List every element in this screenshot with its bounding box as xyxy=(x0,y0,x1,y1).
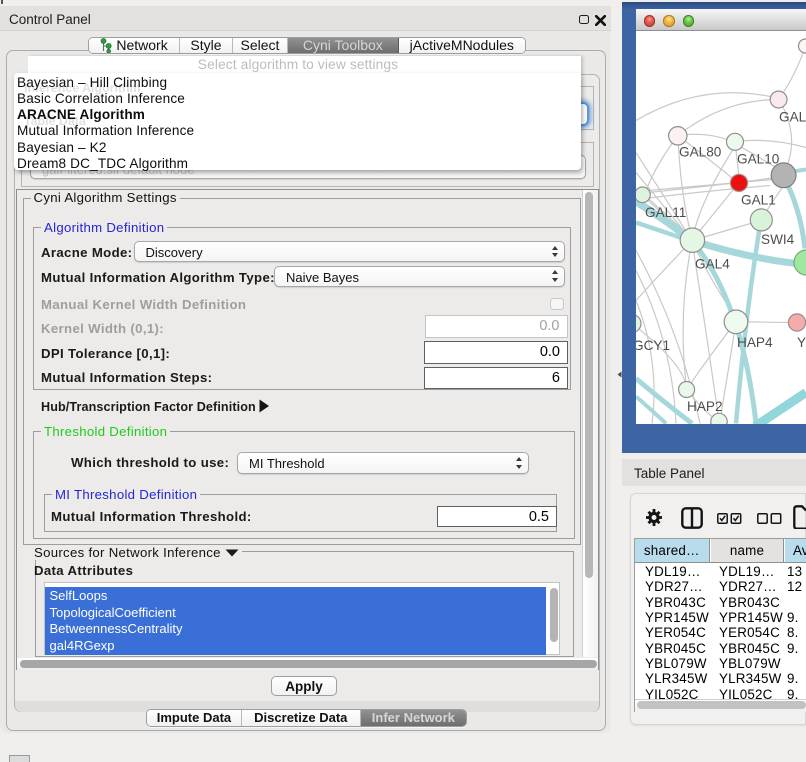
svg-text:GAL10: GAL10 xyxy=(737,151,780,166)
svg-text:GAL2: GAL2 xyxy=(779,109,806,124)
svg-text:YB: YB xyxy=(797,335,806,350)
svg-text:HAP4: HAP4 xyxy=(737,335,773,350)
svg-text:GAL80: GAL80 xyxy=(679,144,722,159)
svg-text:GAL1: GAL1 xyxy=(741,192,776,207)
svg-text:SWI4: SWI4 xyxy=(761,232,795,247)
svg-text:HAP2: HAP2 xyxy=(687,399,723,414)
svg-text:GCY1: GCY1 xyxy=(636,338,670,353)
svg-text:GAL11: GAL11 xyxy=(645,205,686,220)
svg-text:GAL4: GAL4 xyxy=(695,256,730,271)
